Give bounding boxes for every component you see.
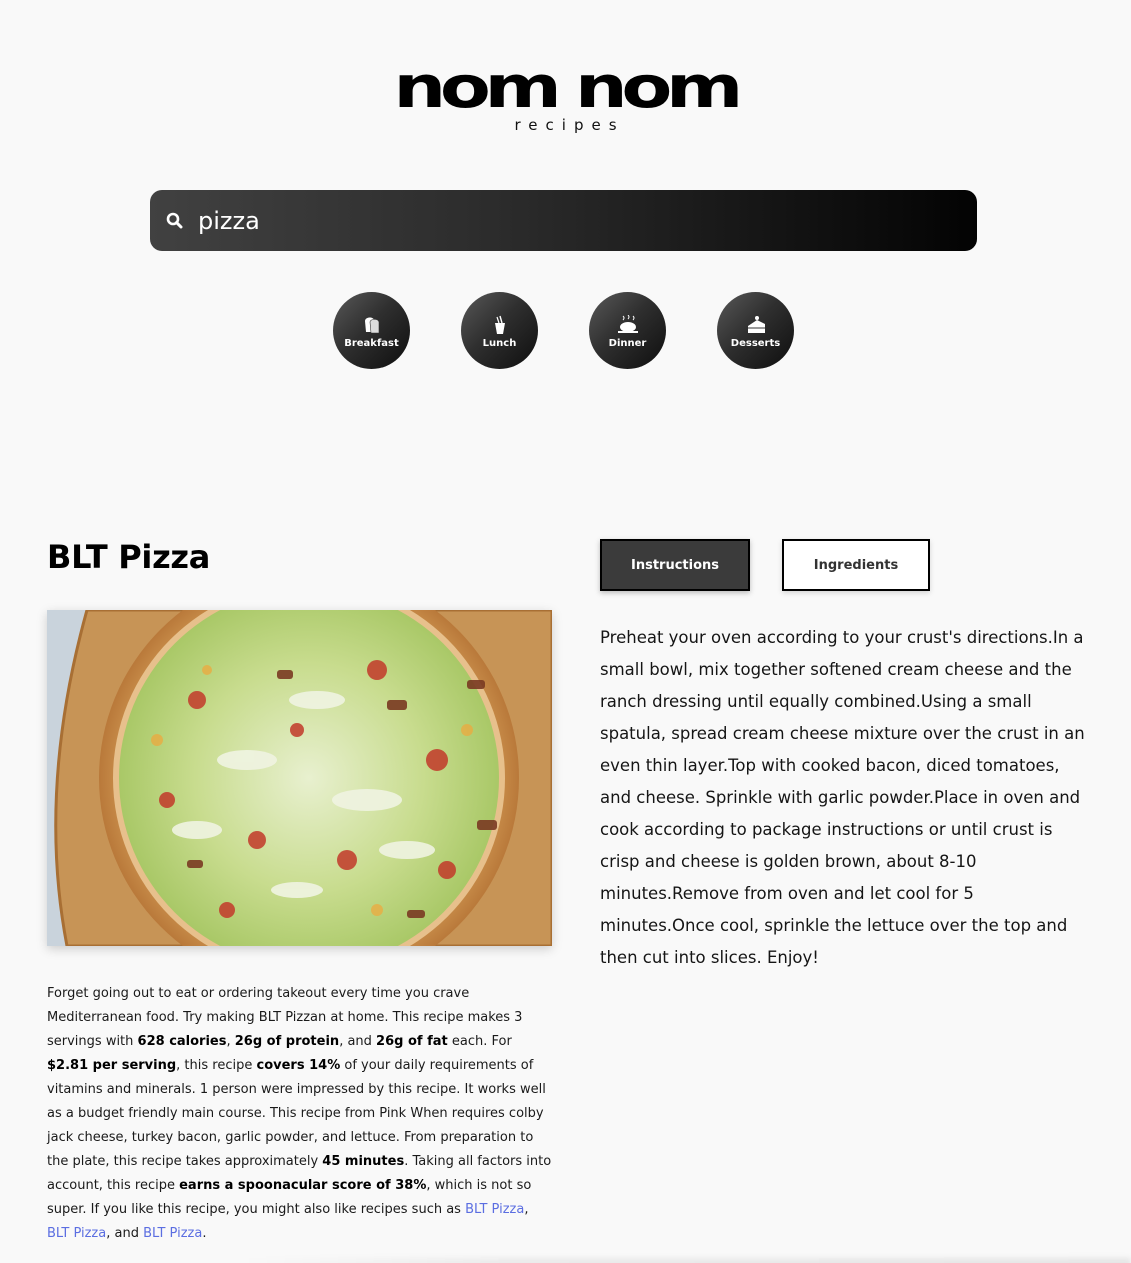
category-label: Lunch: [482, 337, 517, 349]
fat-value: 26g of fat: [376, 1034, 448, 1049]
category-label: Desserts: [730, 337, 781, 349]
category-dinner-button[interactable]: Dinner: [589, 292, 666, 369]
summary-text: ,: [524, 1202, 529, 1217]
price-value: $2.81 per serving: [47, 1058, 177, 1073]
similar-recipe-link[interactable]: BLT Pizza: [465, 1202, 524, 1217]
recipe-title: BLT Pizza: [47, 538, 211, 576]
summary-text: , this recipe: [176, 1058, 257, 1073]
recipe-summary: Forget going out to eat or ordering take…: [47, 982, 552, 1246]
similar-recipe-link[interactable]: BLT Pizza: [47, 1226, 106, 1241]
category-breakfast-button[interactable]: Breakfast: [333, 292, 410, 369]
time-value: 45 minutes: [322, 1154, 405, 1169]
summary-text: , and: [339, 1034, 377, 1049]
logo-wordmark: nom nom: [393, 53, 744, 121]
tab-ingredients[interactable]: Ingredients: [782, 539, 930, 591]
category-desserts-button[interactable]: Desserts: [717, 292, 794, 369]
summary-text: .: [202, 1226, 207, 1241]
search-icon[interactable]: [150, 212, 198, 229]
category-lunch-button[interactable]: Lunch: [461, 292, 538, 369]
similar-recipe-link[interactable]: BLT Pizza: [143, 1226, 202, 1241]
covers-value: covers 14%: [256, 1058, 341, 1073]
search-input[interactable]: [198, 200, 938, 241]
bottom-shadow: [240, 1258, 1131, 1263]
cake-icon: [747, 315, 765, 333]
protein-value: 26g of protein: [234, 1034, 340, 1049]
summary-text: each. For: [447, 1034, 512, 1049]
summary-text: ,: [226, 1034, 235, 1049]
tab-instructions[interactable]: Instructions: [600, 539, 750, 591]
summary-text: , and: [106, 1226, 144, 1241]
calories-value: 628 calories: [137, 1034, 227, 1049]
score-value: earns a spoonacular score of 38%: [179, 1178, 427, 1193]
logo[interactable]: nom nom recipes: [0, 58, 1131, 134]
search-bar: [150, 190, 977, 251]
category-label: Breakfast: [344, 337, 399, 349]
drink-icon: [494, 315, 505, 334]
summary-text: of your daily requirements of vitamins a…: [47, 1058, 546, 1169]
turkey-icon: [617, 314, 638, 333]
instructions-text: Preheat your oven according to your crus…: [600, 628, 1085, 967]
bread-icon: [364, 316, 379, 333]
category-label: Dinner: [608, 337, 647, 349]
recipe-image: [47, 610, 552, 946]
